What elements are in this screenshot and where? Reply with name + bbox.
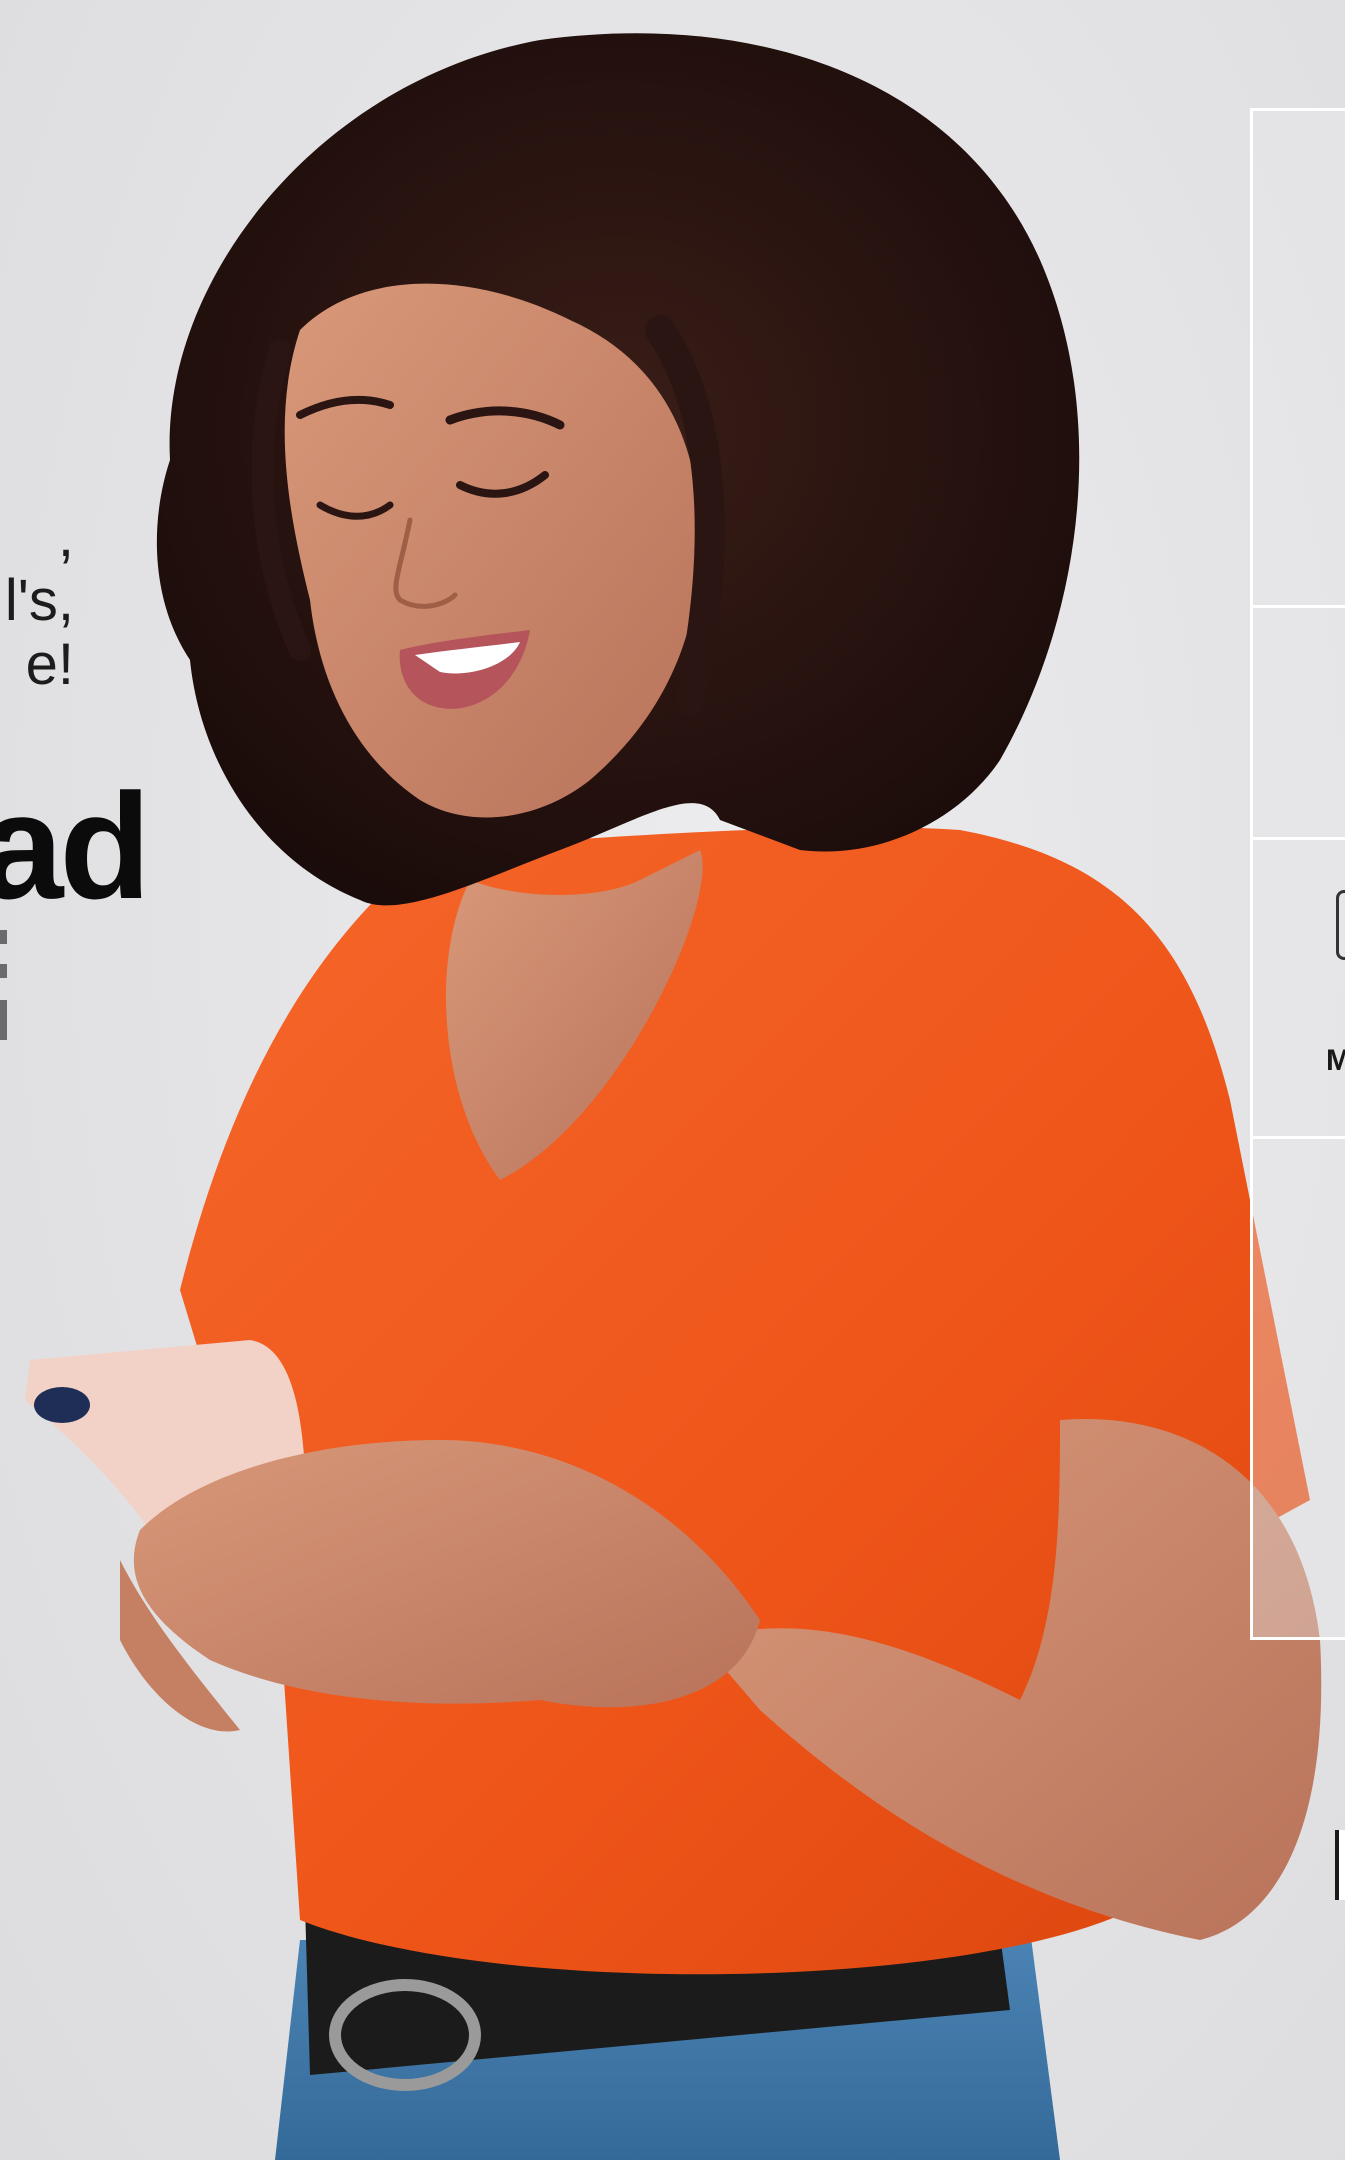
woman-with-phone-photo xyxy=(25,33,1322,2160)
panel-divider xyxy=(1253,605,1345,608)
panel-item-label: M xyxy=(1326,1044,1345,1077)
panel-divider xyxy=(1253,1136,1345,1139)
cta-button-edge[interactable] xyxy=(1335,1830,1345,1900)
panel-divider xyxy=(1253,837,1345,840)
phone-icon xyxy=(1336,890,1345,960)
side-info-panel xyxy=(1250,108,1345,1640)
